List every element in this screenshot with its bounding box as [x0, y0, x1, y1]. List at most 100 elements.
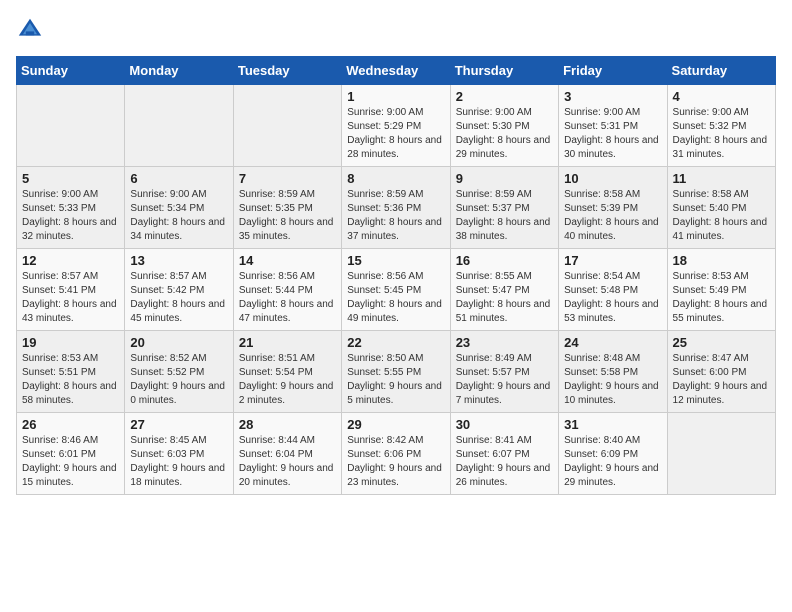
day-info: Sunrise: 8:45 AM Sunset: 6:03 PM Dayligh… — [130, 434, 227, 490]
day-number: 15 — [347, 253, 444, 268]
calendar-cell: 22 Sunrise: 8:50 AM Sunset: 5:55 PM Dayli… — [342, 331, 450, 413]
calendar-cell: 15 Sunrise: 8:56 AM Sunset: 5:45 PM Dayli… — [342, 249, 450, 331]
calendar-week-5: 26 Sunrise: 8:46 AM Sunset: 6:01 PM Dayli… — [17, 413, 776, 495]
day-info: Sunrise: 8:44 AM Sunset: 6:04 PM Dayligh… — [239, 434, 336, 490]
day-info: Sunrise: 8:48 AM Sunset: 5:58 PM Dayligh… — [564, 352, 661, 408]
day-number: 13 — [130, 253, 227, 268]
day-info: Sunrise: 9:00 AM Sunset: 5:31 PM Dayligh… — [564, 106, 661, 162]
day-info: Sunrise: 8:56 AM Sunset: 5:44 PM Dayligh… — [239, 270, 336, 326]
calendar-cell: 21 Sunrise: 8:51 AM Sunset: 5:54 PM Dayli… — [233, 331, 341, 413]
day-number: 23 — [456, 335, 553, 350]
day-number: 29 — [347, 417, 444, 432]
calendar-cell: 5 Sunrise: 9:00 AM Sunset: 5:33 PM Daylig… — [17, 167, 125, 249]
day-info: Sunrise: 9:00 AM Sunset: 5:33 PM Dayligh… — [22, 188, 119, 244]
day-number: 18 — [673, 253, 770, 268]
day-number: 12 — [22, 253, 119, 268]
day-number: 25 — [673, 335, 770, 350]
calendar-cell: 29 Sunrise: 8:42 AM Sunset: 6:06 PM Dayli… — [342, 413, 450, 495]
calendar-cell: 19Sunrise: 8:53 AM Sunset: 5:51 PM Dayli… — [17, 331, 125, 413]
day-number: 8 — [347, 171, 444, 186]
day-info: Sunrise: 9:00 AM Sunset: 5:29 PM Dayligh… — [347, 106, 444, 162]
day-number: 10 — [564, 171, 661, 186]
page-header — [16, 16, 776, 44]
day-info: Sunrise: 8:58 AM Sunset: 5:39 PM Dayligh… — [564, 188, 661, 244]
day-number: 5 — [22, 171, 119, 186]
calendar-cell — [233, 85, 341, 167]
day-header-friday: Friday — [559, 57, 667, 85]
day-number: 20 — [130, 335, 227, 350]
day-number: 3 — [564, 89, 661, 104]
day-number: 21 — [239, 335, 336, 350]
calendar-week-2: 5 Sunrise: 9:00 AM Sunset: 5:33 PM Daylig… — [17, 167, 776, 249]
day-number: 9 — [456, 171, 553, 186]
day-info: Sunrise: 8:54 AM Sunset: 5:48 PM Dayligh… — [564, 270, 661, 326]
day-info: Sunrise: 8:52 AM Sunset: 5:52 PM Dayligh… — [130, 352, 227, 408]
calendar-cell: 7 Sunrise: 8:59 AM Sunset: 5:35 PM Daylig… — [233, 167, 341, 249]
day-number: 19 — [22, 335, 119, 350]
day-info: Sunrise: 8:47 AM Sunset: 6:00 PM Dayligh… — [673, 352, 770, 408]
day-number: 2 — [456, 89, 553, 104]
day-header-tuesday: Tuesday — [233, 57, 341, 85]
day-info: Sunrise: 8:55 AM Sunset: 5:47 PM Dayligh… — [456, 270, 553, 326]
calendar-cell: 2 Sunrise: 9:00 AM Sunset: 5:30 PM Daylig… — [450, 85, 558, 167]
day-info: Sunrise: 8:40 AM Sunset: 6:09 PM Dayligh… — [564, 434, 661, 490]
day-header-thursday: Thursday — [450, 57, 558, 85]
logo — [16, 16, 48, 44]
day-info: Sunrise: 8:59 AM Sunset: 5:37 PM Dayligh… — [456, 188, 553, 244]
logo-icon — [16, 16, 44, 44]
day-info: Sunrise: 8:49 AM Sunset: 5:57 PM Dayligh… — [456, 352, 553, 408]
day-info: Sunrise: 8:59 AM Sunset: 5:36 PM Dayligh… — [347, 188, 444, 244]
day-info: Sunrise: 8:53 AM Sunset: 5:49 PM Dayligh… — [673, 270, 770, 326]
calendar-cell: 6Sunrise: 9:00 AM Sunset: 5:34 PM Daylig… — [125, 167, 233, 249]
day-info: Sunrise: 9:00 AM Sunset: 5:30 PM Dayligh… — [456, 106, 553, 162]
day-number: 26 — [22, 417, 119, 432]
day-header-monday: Monday — [125, 57, 233, 85]
calendar-cell: 17 Sunrise: 8:54 AM Sunset: 5:48 PM Dayli… — [559, 249, 667, 331]
calendar-cell: 11 Sunrise: 8:58 AM Sunset: 5:40 PM Dayli… — [667, 167, 775, 249]
day-header-sunday: Sunday — [17, 57, 125, 85]
day-number: 22 — [347, 335, 444, 350]
calendar-week-4: 19Sunrise: 8:53 AM Sunset: 5:51 PM Dayli… — [17, 331, 776, 413]
calendar-cell: 12 Sunrise: 8:57 AM Sunset: 5:41 PM Dayli… — [17, 249, 125, 331]
day-number: 27 — [130, 417, 227, 432]
calendar-cell: 30Sunrise: 8:41 AM Sunset: 6:07 PM Dayli… — [450, 413, 558, 495]
day-number: 11 — [673, 171, 770, 186]
calendar-cell: 14 Sunrise: 8:56 AM Sunset: 5:44 PM Dayli… — [233, 249, 341, 331]
day-number: 28 — [239, 417, 336, 432]
day-number: 1 — [347, 89, 444, 104]
day-number: 4 — [673, 89, 770, 104]
day-info: Sunrise: 8:56 AM Sunset: 5:45 PM Dayligh… — [347, 270, 444, 326]
calendar-cell — [125, 85, 233, 167]
calendar-cell: 4 Sunrise: 9:00 AM Sunset: 5:32 PM Daylig… — [667, 85, 775, 167]
day-info: Sunrise: 8:57 AM Sunset: 5:41 PM Dayligh… — [22, 270, 119, 326]
day-info: Sunrise: 8:46 AM Sunset: 6:01 PM Dayligh… — [22, 434, 119, 490]
calendar-cell — [17, 85, 125, 167]
calendar-cell: 23 Sunrise: 8:49 AM Sunset: 5:57 PM Dayli… — [450, 331, 558, 413]
day-number: 14 — [239, 253, 336, 268]
day-info: Sunrise: 8:59 AM Sunset: 5:35 PM Dayligh… — [239, 188, 336, 244]
calendar-cell: 27 Sunrise: 8:45 AM Sunset: 6:03 PM Dayli… — [125, 413, 233, 495]
calendar-cell: 10 Sunrise: 8:58 AM Sunset: 5:39 PM Dayli… — [559, 167, 667, 249]
day-info: Sunrise: 8:41 AM Sunset: 6:07 PM Dayligh… — [456, 434, 553, 490]
calendar-cell: 9 Sunrise: 8:59 AM Sunset: 5:37 PM Daylig… — [450, 167, 558, 249]
calendar-cell: 20 Sunrise: 8:52 AM Sunset: 5:52 PM Dayli… — [125, 331, 233, 413]
calendar-cell: 25 Sunrise: 8:47 AM Sunset: 6:00 PM Dayli… — [667, 331, 775, 413]
day-number: 17 — [564, 253, 661, 268]
calendar-table: SundayMondayTuesdayWednesdayThursdayFrid… — [16, 56, 776, 495]
calendar-cell: 3 Sunrise: 9:00 AM Sunset: 5:31 PM Daylig… — [559, 85, 667, 167]
day-info: Sunrise: 9:00 AM Sunset: 5:32 PM Dayligh… — [673, 106, 770, 162]
day-info: Sunrise: 8:50 AM Sunset: 5:55 PM Dayligh… — [347, 352, 444, 408]
day-info: Sunrise: 8:58 AM Sunset: 5:40 PM Dayligh… — [673, 188, 770, 244]
calendar-week-1: 1 Sunrise: 9:00 AM Sunset: 5:29 PM Daylig… — [17, 85, 776, 167]
day-info: Sunrise: 8:57 AM Sunset: 5:42 PM Dayligh… — [130, 270, 227, 326]
day-number: 7 — [239, 171, 336, 186]
day-info: Sunrise: 8:42 AM Sunset: 6:06 PM Dayligh… — [347, 434, 444, 490]
day-info: Sunrise: 8:51 AM Sunset: 5:54 PM Dayligh… — [239, 352, 336, 408]
calendar-cell — [667, 413, 775, 495]
day-header-saturday: Saturday — [667, 57, 775, 85]
calendar-cell: 1 Sunrise: 9:00 AM Sunset: 5:29 PM Daylig… — [342, 85, 450, 167]
day-number: 16 — [456, 253, 553, 268]
calendar-cell: 26 Sunrise: 8:46 AM Sunset: 6:01 PM Dayli… — [17, 413, 125, 495]
day-number: 31 — [564, 417, 661, 432]
calendar-header-row: SundayMondayTuesdayWednesdayThursdayFrid… — [17, 57, 776, 85]
